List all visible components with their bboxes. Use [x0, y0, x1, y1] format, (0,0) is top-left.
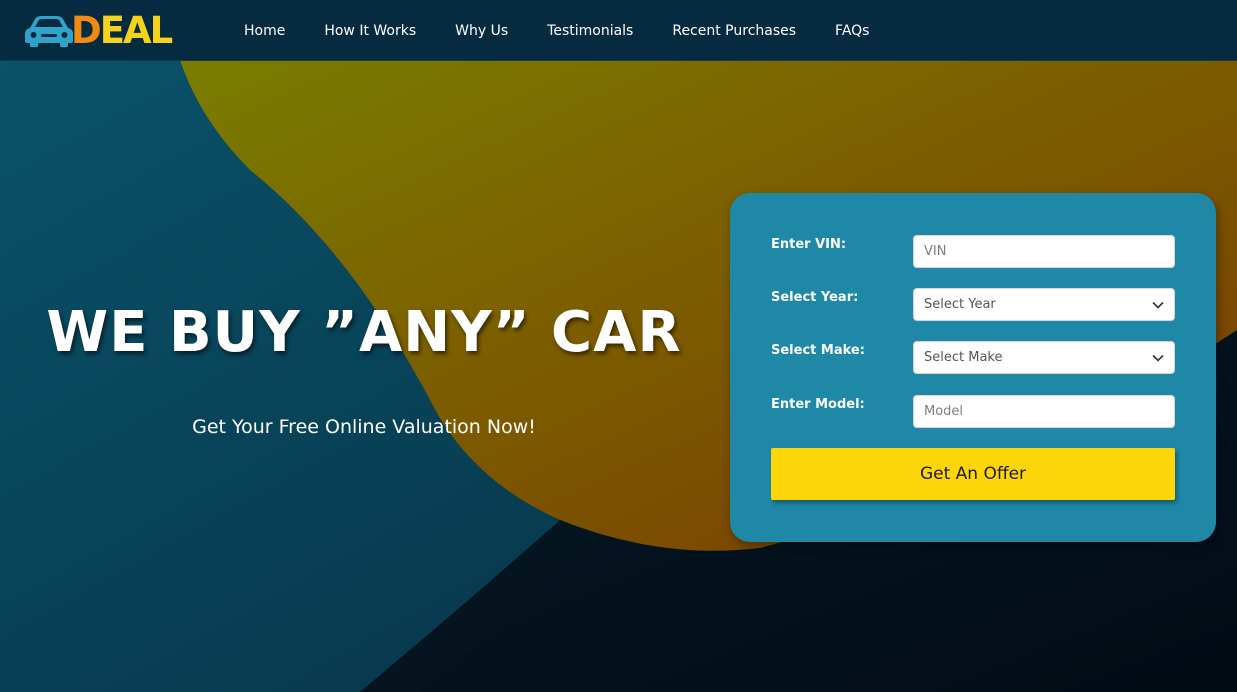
nav-faqs[interactable]: FAQs: [835, 20, 869, 42]
car-icon: [25, 16, 73, 47]
chevron-down-icon: [1152, 354, 1164, 362]
make-label: Select Make:: [771, 343, 865, 358]
chevron-down-icon: [1152, 301, 1164, 309]
year-row: Select Year: Select Year: [771, 288, 1175, 321]
model-label: Enter Model:: [771, 397, 865, 412]
make-row: Select Make: Select Make: [771, 341, 1175, 374]
nav-why-us[interactable]: Why Us: [455, 20, 508, 42]
logo-letter-d: D: [71, 9, 102, 52]
main-nav: Home How It Works Why Us Testimonials Re…: [244, 20, 908, 42]
model-input[interactable]: [924, 404, 1164, 419]
make-select[interactable]: Select Make: [913, 341, 1175, 374]
logo-wordmark: DEAL: [71, 9, 173, 52]
nav-how-it-works[interactable]: How It Works: [324, 20, 416, 42]
logo-letters-eal: EAL: [99, 9, 173, 52]
nav-recent-purchases[interactable]: Recent Purchases: [672, 20, 796, 42]
hero-subtitle: Get Your Free Online Valuation Now!: [192, 416, 536, 438]
hero-title: WE BUY ”ANY” CAR: [46, 300, 682, 365]
valuation-form-card: Enter VIN: Select Year: Select Year Sele…: [730, 193, 1216, 542]
year-select-value: Select Year: [924, 297, 996, 312]
vin-input[interactable]: [924, 244, 1164, 259]
year-select[interactable]: Select Year: [913, 288, 1175, 321]
vin-row: Enter VIN:: [771, 235, 1175, 268]
make-select-value: Select Make: [924, 350, 1003, 365]
nav-testimonials[interactable]: Testimonials: [547, 20, 633, 42]
brand-logo[interactable]: DEAL: [24, 12, 196, 50]
top-navbar: DEAL Home How It Works Why Us Testimonia…: [0, 0, 1237, 61]
vin-field-box: [913, 235, 1175, 268]
vin-label: Enter VIN:: [771, 237, 847, 252]
nav-home[interactable]: Home: [244, 20, 285, 42]
year-label: Select Year:: [771, 290, 859, 305]
model-field-box: [913, 395, 1175, 428]
model-row: Enter Model:: [771, 395, 1175, 428]
get-an-offer-button[interactable]: Get An Offer: [771, 448, 1175, 500]
